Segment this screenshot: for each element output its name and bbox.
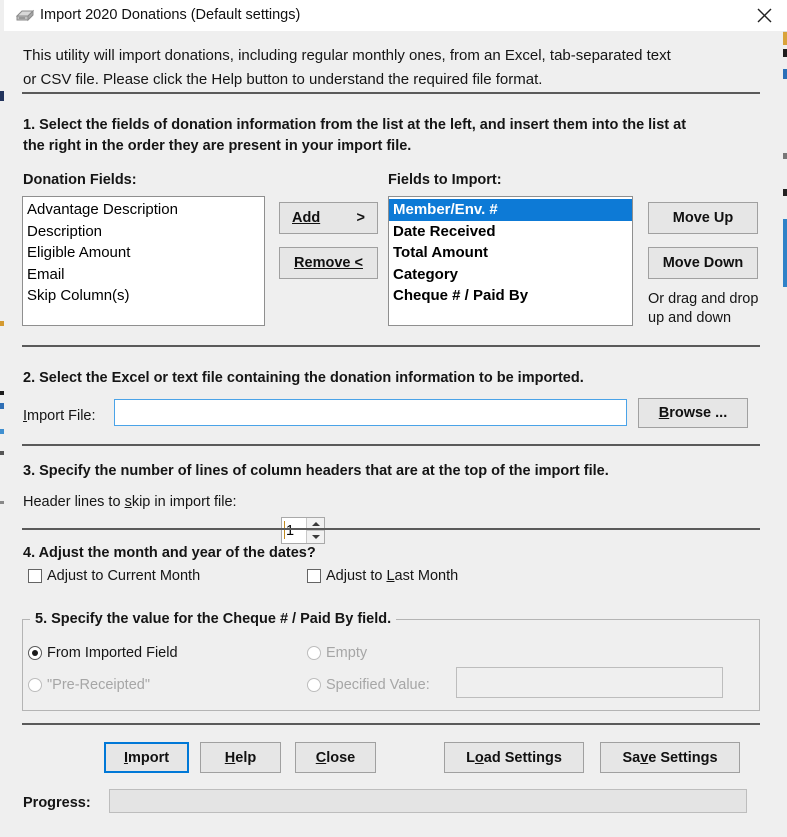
add-button-label: Add (292, 210, 321, 226)
save-settings-button[interactable]: Save Settings (600, 742, 740, 773)
specified-value-input[interactable] (456, 667, 723, 698)
separator-2 (22, 345, 760, 347)
list-item[interactable]: Category (389, 264, 632, 286)
radio-empty[interactable]: Empty (307, 645, 367, 661)
radio-specified-value[interactable]: Specified Value: (307, 677, 430, 693)
intro-line-2: or CSV file. Please click the Help butto… (23, 71, 543, 88)
import-file-label: Import File: (23, 408, 96, 424)
separator-4 (22, 528, 760, 530)
import-button-label: mport (127, 749, 170, 766)
list-item[interactable]: Cheque # / Paid By (389, 285, 632, 307)
load-settings-button[interactable]: Load Settings (444, 742, 584, 773)
add-button-arrow: > (356, 210, 365, 226)
checkbox-box (28, 569, 42, 583)
progress-label: Progress: (23, 795, 91, 811)
text-caret (284, 521, 285, 539)
list-item[interactable]: Advantage Description (23, 199, 264, 221)
radio-specified-value-label: Specified Value: (326, 677, 430, 693)
remove-button[interactable]: Remove < (279, 247, 378, 279)
list-item[interactable]: Eligible Amount (23, 242, 264, 264)
header-lines-label: Header lines to skip in import file: (23, 494, 237, 510)
radio-circle (307, 646, 321, 660)
close-icon[interactable] (741, 0, 787, 31)
step2-instruction: 2. Select the Excel or text file contain… (23, 370, 584, 386)
checkbox-box (307, 569, 321, 583)
step4-instruction: 4. Adjust the month and year of the date… (23, 545, 316, 561)
title-bar: Import 2020 Donations (Default settings) (4, 0, 787, 32)
list-item[interactable]: Total Amount (389, 242, 632, 264)
window-title: Import 2020 Donations (Default settings) (40, 7, 301, 23)
import-donations-dialog: Import 2020 Donations (Default settings)… (0, 0, 787, 837)
move-down-button[interactable]: Move Down (648, 247, 758, 279)
progress-bar (109, 789, 747, 813)
radio-circle (28, 678, 42, 692)
stepper-buttons[interactable] (306, 518, 324, 543)
drag-hint-line-1: Or drag and drop (648, 291, 759, 307)
drag-hint-line-2: up and down (648, 310, 732, 326)
adjust-last-month-checkbox[interactable]: Adjust to Last Month (307, 568, 458, 584)
scanner-icon (15, 7, 35, 24)
step3-instruction: 3. Specify the number of lines of column… (23, 463, 609, 479)
list-item[interactable]: Date Received (389, 221, 632, 243)
load-settings-button-label: ad Settings (483, 749, 562, 766)
intro-paragraph: This utility will import donations, incl… (23, 44, 753, 92)
fields-to-import-label: Fields to Import: (388, 172, 502, 188)
remove-button-label: Remove < (294, 255, 363, 271)
save-settings-button-label: e Settings (648, 749, 718, 766)
radio-pre-receipted[interactable]: "Pre-Receipted" (28, 677, 150, 693)
header-lines-stepper[interactable]: 1 (281, 517, 325, 544)
separator-3 (22, 444, 760, 446)
list-item[interactable]: Skip Column(s) (23, 285, 264, 307)
donation-fields-listbox[interactable]: Advantage Description Description Eligible… (22, 196, 265, 326)
list-item[interactable]: Description (23, 221, 264, 243)
add-button[interactable]: Add > (279, 202, 378, 234)
move-down-button-label: Move Down (662, 255, 744, 271)
step1-instruction-line-1: 1. Select the fields of donation informa… (23, 117, 687, 133)
radio-from-imported-field-label: From Imported Field (47, 645, 178, 661)
help-button-label: elp (235, 749, 257, 766)
radio-empty-label: Empty (326, 645, 368, 661)
browse-button[interactable]: Browse ... (638, 398, 748, 428)
radio-from-imported-field[interactable]: From Imported Field (28, 645, 178, 661)
move-up-button-label: Move Up (672, 210, 734, 226)
list-item[interactable]: Email (23, 264, 264, 286)
stepper-down-icon[interactable] (307, 531, 324, 543)
right-edge-artifacts (783, 31, 787, 837)
browse-button-label: rowse ... (669, 405, 728, 421)
header-lines-value[interactable]: 1 (282, 518, 306, 543)
adjust-current-month-label: Adjust to Current Month (47, 568, 201, 584)
dialog-body: This utility will import donations, incl… (4, 31, 783, 837)
adjust-current-month-checkbox[interactable]: Adjust to Current Month (28, 568, 200, 584)
step1-instruction-line-2: the right in the order they are present … (23, 138, 412, 154)
radio-circle (307, 678, 321, 692)
close-button[interactable]: Close (295, 742, 376, 773)
donation-fields-label: Donation Fields: (23, 172, 137, 188)
adjust-last-month-label: Adjust to Last Month (326, 568, 459, 584)
fields-to-import-listbox[interactable]: Member/Env. # Date Received Total Amount Ca… (388, 196, 633, 326)
move-up-button[interactable]: Move Up (648, 202, 758, 234)
radio-circle (28, 646, 42, 660)
list-item[interactable]: Member/Env. # (389, 199, 632, 221)
separator-1 (22, 92, 760, 94)
import-file-label-rest: mport File: (27, 408, 96, 424)
import-button[interactable]: Import (104, 742, 189, 773)
intro-line-1: This utility will import donations, incl… (23, 47, 671, 64)
radio-pre-receipted-label: "Pre-Receipted" (47, 677, 150, 693)
step5-title: 5. Specify the value for the Cheque # / … (30, 611, 397, 627)
close-button-label: lose (326, 749, 356, 766)
help-button[interactable]: Help (200, 742, 281, 773)
import-file-input[interactable] (114, 399, 627, 426)
separator-5 (22, 723, 760, 725)
